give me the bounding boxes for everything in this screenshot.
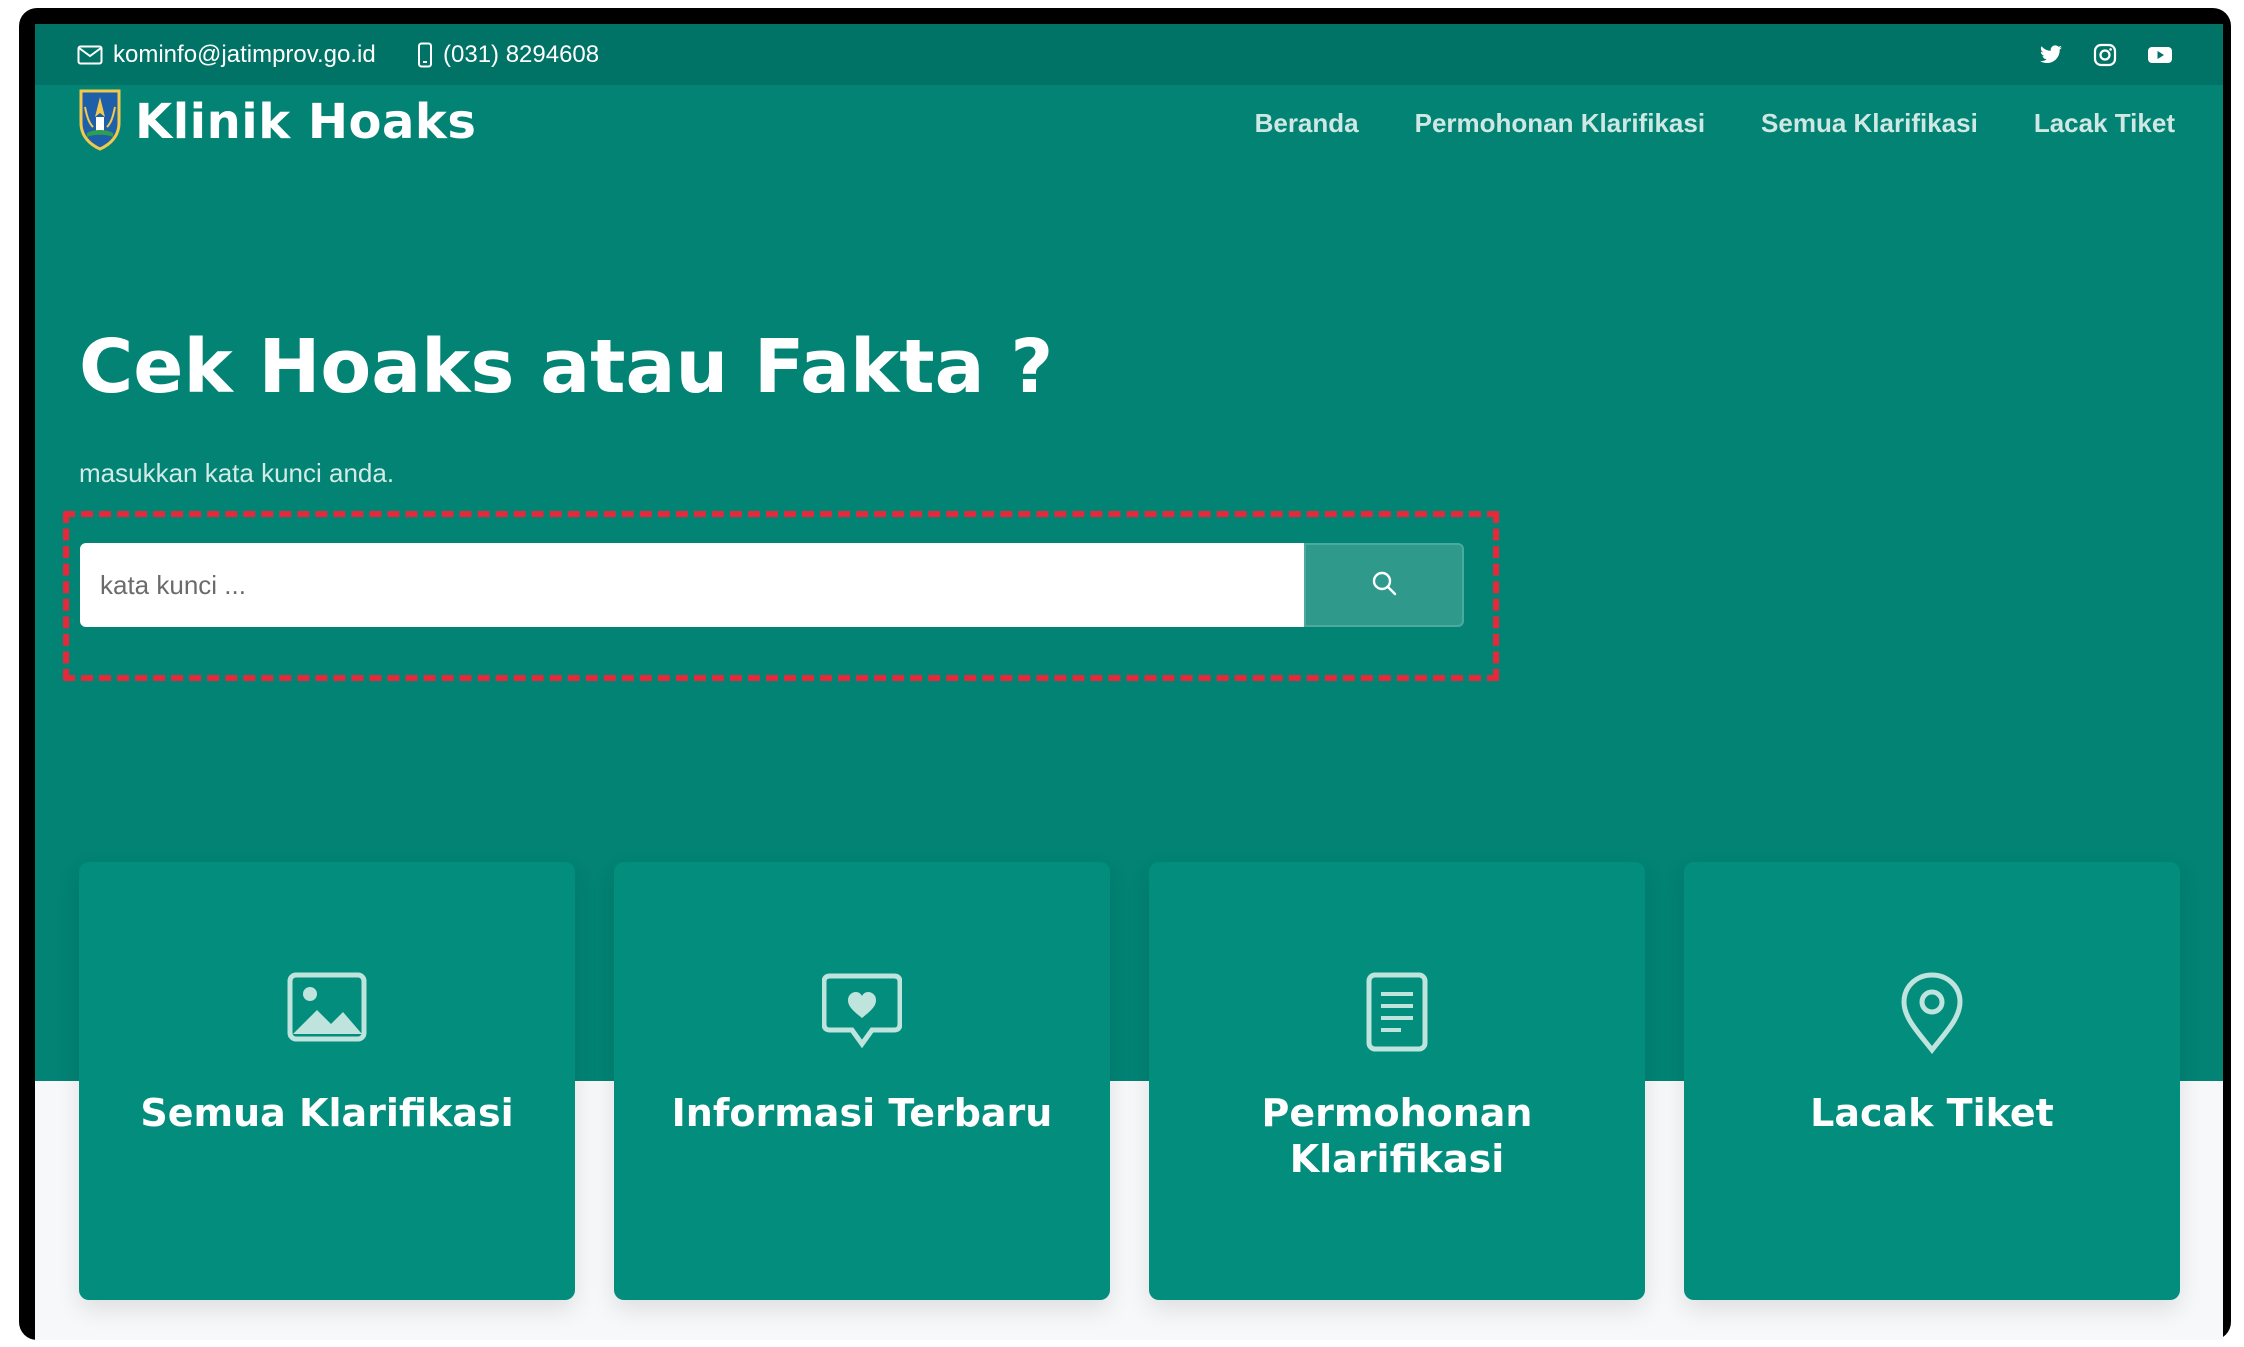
phone-text: (031) 8294608 — [443, 40, 600, 68]
search-icon — [1370, 569, 1398, 602]
location-pin-icon — [1684, 972, 2180, 1054]
contact-email[interactable]: kominfo@jatimprov.go.id — [77, 24, 376, 85]
nav-permohonan-klarifikasi[interactable]: Permohonan Klarifikasi — [1415, 108, 1705, 139]
card-label: Semua Klarifikasi — [140, 1091, 514, 1135]
card-permohonan-klarifikasi[interactable]: Permohonan Klarifikasi — [1149, 862, 1645, 1300]
card-label: Permohonan Klarifikasi — [1261, 1091, 1533, 1181]
card-semua-klarifikasi[interactable]: Semua Klarifikasi — [79, 862, 575, 1300]
envelope-icon — [77, 45, 103, 65]
search-button[interactable] — [1304, 543, 1464, 627]
hero-subtitle: masukkan kata kunci anda. — [79, 458, 395, 488]
document-icon — [1149, 972, 1645, 1052]
hero-title: Cek Hoaks atau Fakta ? — [79, 324, 1054, 410]
chat-heart-icon — [614, 972, 1110, 1052]
social-links — [2039, 24, 2173, 85]
email-text: kominfo@jatimprov.go.id — [113, 40, 376, 68]
main-nav: Beranda Permohonan Klarifikasi Semua Kla… — [1255, 108, 2175, 139]
instagram-icon[interactable] — [2093, 43, 2117, 67]
twitter-icon[interactable] — [2039, 44, 2063, 65]
nav-lacak-tiket[interactable]: Lacak Tiket — [2034, 108, 2175, 139]
east-java-emblem-icon — [77, 87, 123, 156]
brand-title: Klinik Hoaks — [135, 93, 477, 150]
nav-beranda[interactable]: Beranda — [1255, 108, 1359, 139]
card-label: Informasi Terbaru — [671, 1091, 1053, 1135]
card-lacak-tiket[interactable]: Lacak Tiket — [1684, 862, 2180, 1300]
contact-phone[interactable]: (031) 8294608 — [417, 24, 599, 85]
nav-semua-klarifikasi[interactable]: Semua Klarifikasi — [1761, 108, 1978, 139]
brand-logo-link[interactable]: Klinik Hoaks — [77, 87, 476, 156]
page: kominfo@jatimprov.go.id (031) 8294608 Kl… — [35, 24, 2223, 1340]
top-bar: kominfo@jatimprov.go.id (031) 8294608 — [35, 24, 2223, 85]
search-input[interactable] — [80, 543, 1304, 627]
youtube-icon[interactable] — [2147, 45, 2173, 65]
card-label: Lacak Tiket — [1810, 1091, 2054, 1135]
card-informasi-terbaru[interactable]: Informasi Terbaru — [614, 862, 1110, 1300]
phone-icon — [417, 42, 433, 68]
image-icon — [79, 972, 575, 1052]
